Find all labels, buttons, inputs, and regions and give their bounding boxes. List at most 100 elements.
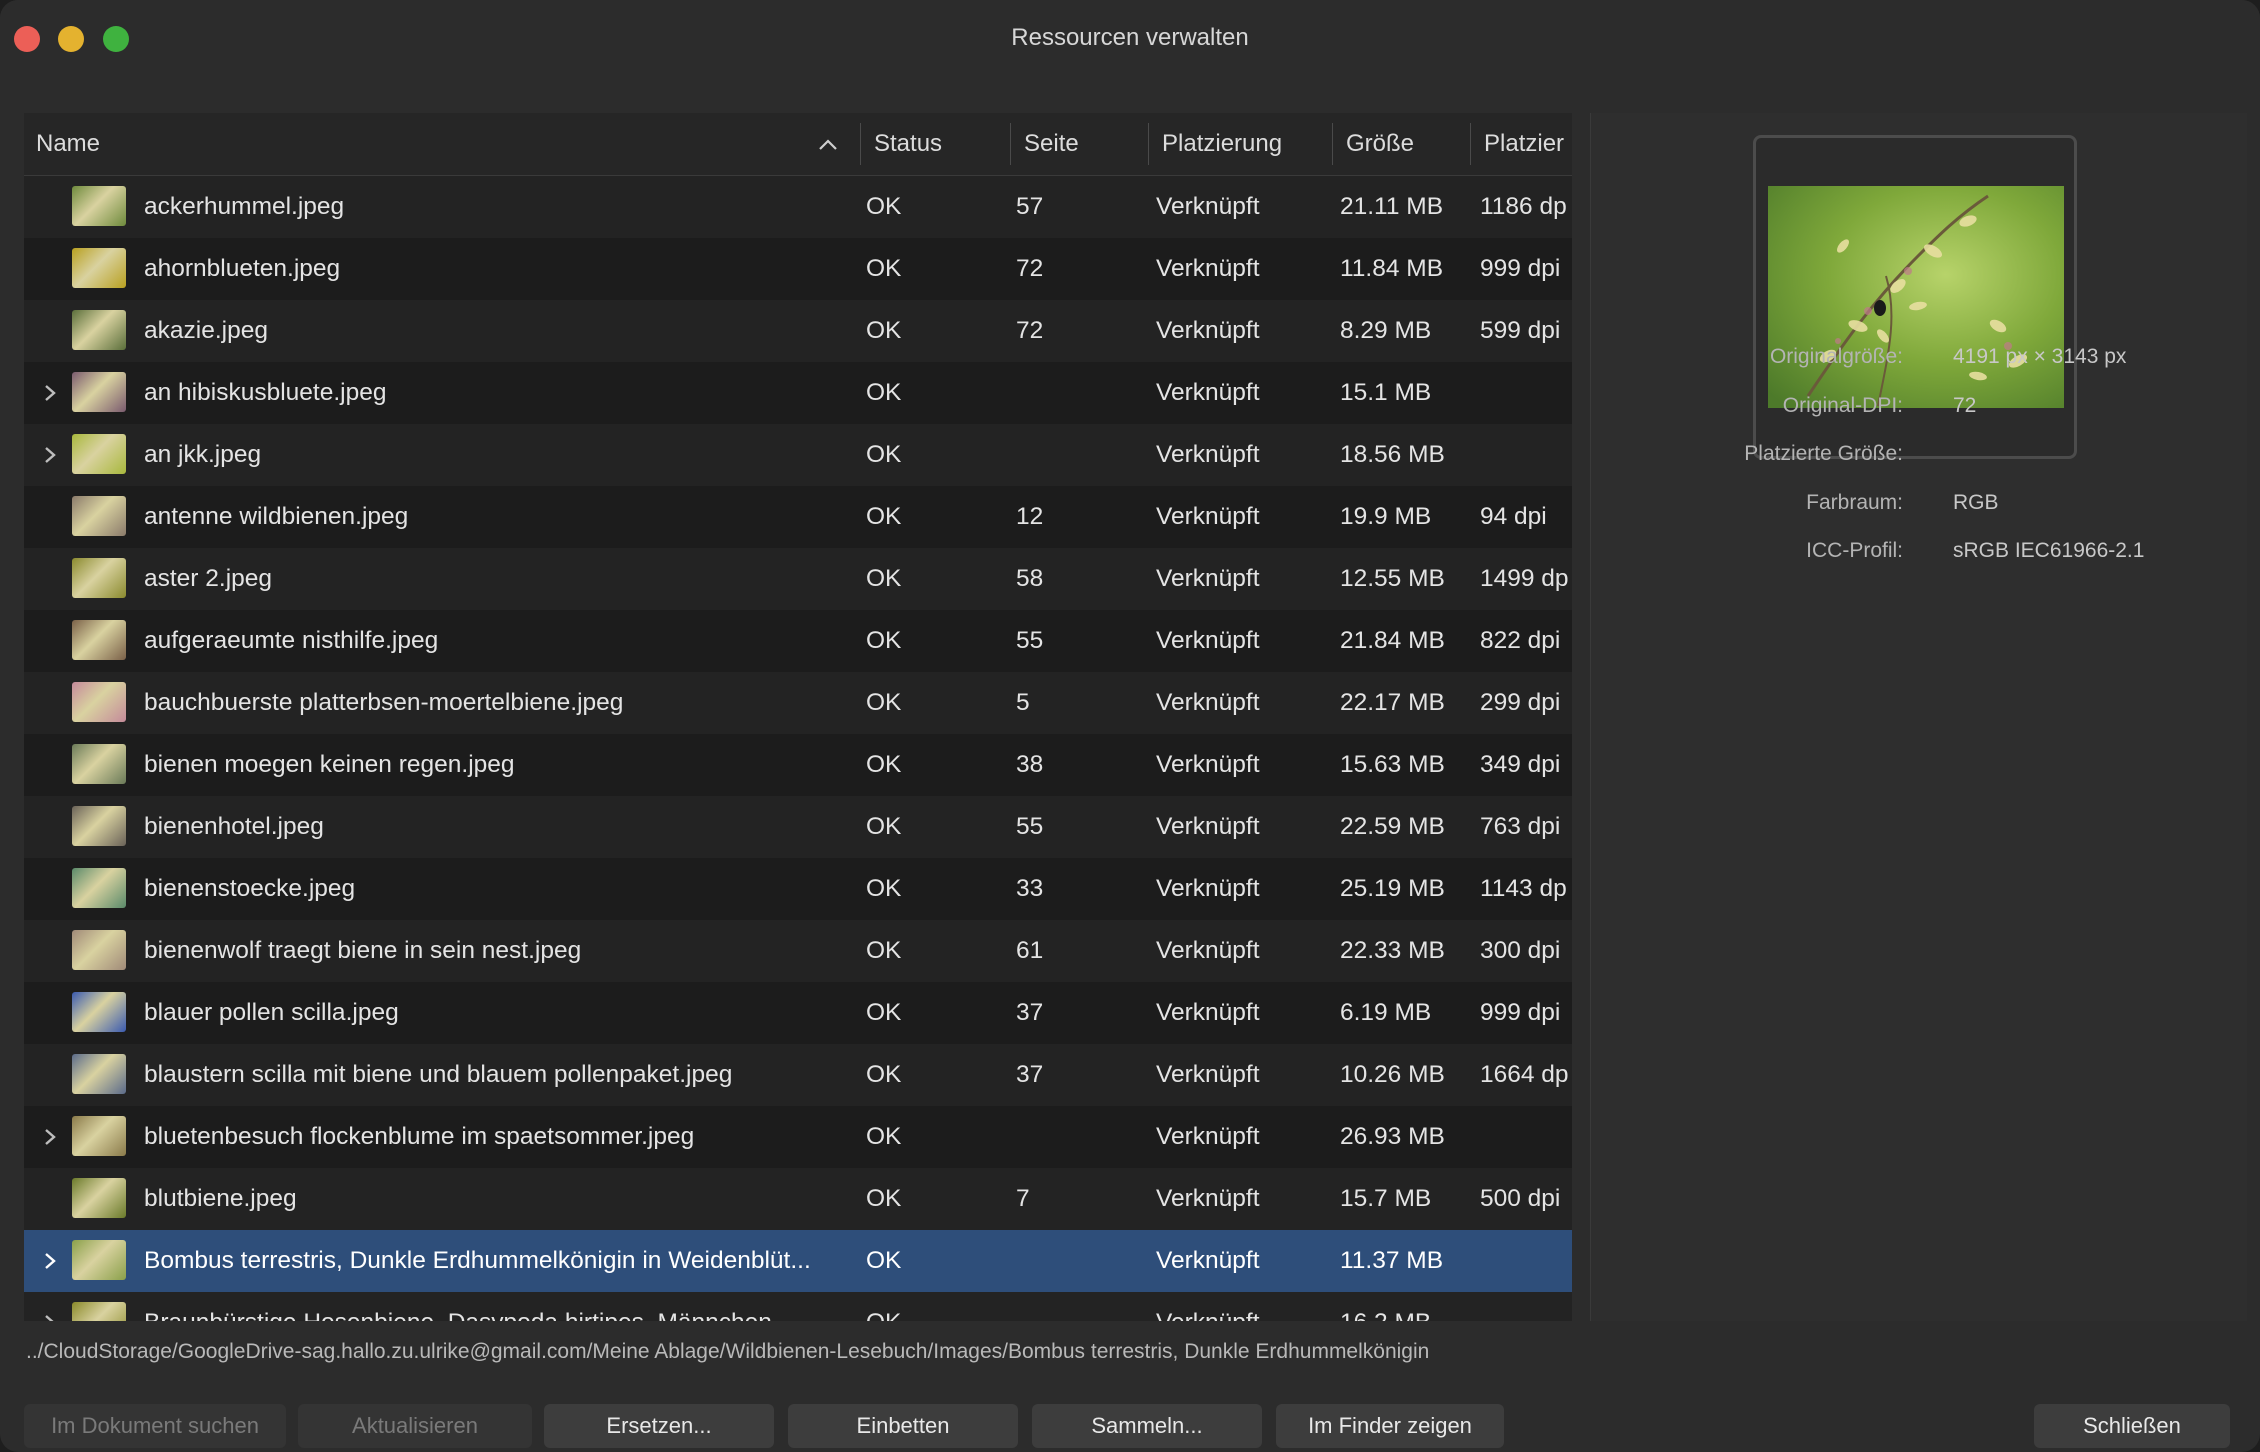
table-row[interactable]: ahornblueten.jpeg OK 72 Verknüpft 11.84 MB 99…: [24, 238, 1572, 300]
size-cell: 18.56 MB: [1340, 441, 1445, 468]
column-header-platzierung[interactable]: Platzierung: [1150, 113, 1334, 175]
table-row[interactable]: aufgeraeumte nisthilfe.jpeg OK 55 Verknüpft…: [24, 610, 1572, 672]
column-separator[interactable]: [1148, 123, 1149, 165]
placement-cell: Verknüpft: [1156, 379, 1260, 406]
table-row[interactable]: bluetenbesuch flockenblume im spaetsomme…: [24, 1106, 1572, 1168]
placement-cell: Verknüpft: [1156, 1123, 1260, 1150]
column-separator[interactable]: [1010, 123, 1011, 165]
file-name: bienenwolf traegt biene in sein nest.jpe…: [144, 937, 582, 964]
table-row[interactable]: akazie.jpeg OK 72 Verknüpft 8.29 MB 599 dpi: [24, 300, 1572, 362]
file-name: bienenstoecke.jpeg: [144, 875, 356, 902]
disclosure-chevron-icon[interactable]: [42, 1230, 68, 1292]
column-header-seite[interactable]: Seite: [1012, 113, 1150, 175]
column-separator[interactable]: [1470, 123, 1471, 165]
table-row[interactable]: bauchbuerste platterbsen-moertelbiene.jp…: [24, 672, 1572, 734]
sort-ascending-icon[interactable]: [816, 133, 840, 157]
info-colorspace: Farbraum: RGB: [1806, 491, 1999, 514]
disclosure-chevron-icon[interactable]: [42, 1106, 68, 1168]
title-bar: Ressourcen verwalten: [0, 0, 2260, 78]
disclosure-chevron-icon[interactable]: [42, 362, 68, 424]
collect-button[interactable]: Sammeln...: [1032, 1404, 1262, 1448]
placement-cell: Verknüpft: [1156, 999, 1260, 1026]
size-cell: 22.33 MB: [1340, 937, 1445, 964]
file-name: akazie.jpeg: [144, 317, 268, 344]
file-name: blauer pollen scilla.jpeg: [144, 999, 399, 1026]
dpi-cell: [1480, 424, 1572, 486]
replace-button[interactable]: Ersetzen...: [544, 1404, 774, 1448]
page-cell: 12: [1016, 503, 1044, 530]
status-cell: OK: [866, 379, 902, 406]
table-row[interactable]: antenne wildbienen.jpeg OK 12 Verknüpft 19.9…: [24, 486, 1572, 548]
file-name: bienen moegen keinen regen.jpeg: [144, 751, 515, 778]
thumbnail-image: [72, 992, 126, 1032]
table-row[interactable]: blauer pollen scilla.jpeg OK 37 Verknüpft 6.…: [24, 982, 1572, 1044]
dpi-cell: [1480, 1292, 1572, 1321]
file-name: blaustern scilla mit biene und blauem po…: [144, 1061, 733, 1088]
page-cell: 37: [1016, 1061, 1044, 1088]
dpi-cell: 500 dpi: [1480, 1185, 1561, 1212]
table-row[interactable]: Braunbürstige Hosenbiene, Dasypoda hirti…: [24, 1292, 1572, 1321]
table-row[interactable]: bienenhotel.jpeg OK 55 Verknüpft 22.59 MB 763…: [24, 796, 1572, 858]
size-cell: 6.19 MB: [1340, 999, 1432, 1026]
column-header-dpi[interactable]: Platzier: [1472, 113, 1572, 175]
placement-cell: Verknüpft: [1156, 1061, 1260, 1088]
dpi-cell: 999 dpi: [1480, 999, 1561, 1026]
thumbnail-image: [72, 558, 126, 598]
row-spacer: [42, 1168, 68, 1230]
dpi-cell: [1480, 1106, 1572, 1168]
placement-cell: Verknüpft: [1156, 875, 1260, 902]
placement-cell: Verknüpft: [1156, 317, 1260, 344]
table-row[interactable]: bienen moegen keinen regen.jpeg OK 38 Verkn…: [24, 734, 1572, 796]
column-header-status[interactable]: Status: [862, 113, 1012, 175]
show-in-finder-button[interactable]: Im Finder zeigen: [1276, 1404, 1504, 1448]
page-cell: 55: [1016, 813, 1044, 840]
table-row[interactable]: an jkk.jpeg OK Verknüpft 18.56 MB: [24, 424, 1572, 486]
close-button[interactable]: Schließen: [2034, 1404, 2230, 1448]
dpi-cell: 94 dpi: [1480, 503, 1547, 530]
file-name: Braunbürstige Hosenbiene, Dasypoda hirti…: [144, 1292, 864, 1321]
table-row[interactable]: bienenwolf traegt biene in sein nest.jpe…: [24, 920, 1572, 982]
column-header-name[interactable]: Name: [24, 113, 614, 175]
disclosure-chevron-icon[interactable]: [42, 1292, 68, 1321]
thumbnail-image: [72, 496, 126, 536]
row-spacer: [42, 486, 68, 548]
row-spacer: [42, 300, 68, 362]
column-separator[interactable]: [860, 123, 861, 165]
page-cell: [1016, 1292, 1136, 1321]
table-row[interactable]: ackerhummel.jpeg OK 57 Verknüpft 21.11 MB 118…: [24, 176, 1572, 238]
file-name: blutbiene.jpeg: [144, 1185, 297, 1212]
update-button[interactable]: Aktualisieren: [298, 1404, 532, 1448]
column-separator[interactable]: [1332, 123, 1333, 165]
size-cell: 12.55 MB: [1340, 565, 1445, 592]
row-spacer: [42, 610, 68, 672]
disclosure-chevron-icon[interactable]: [42, 424, 68, 486]
page-cell: 37: [1016, 999, 1044, 1026]
file-name: bienenhotel.jpeg: [144, 813, 324, 840]
page-cell: 72: [1016, 317, 1044, 344]
page-cell: [1016, 424, 1136, 486]
table-row[interactable]: blutbiene.jpeg OK 7 Verknüpft 15.7 MB 500 dpi: [24, 1168, 1572, 1230]
placement-cell: Verknüpft: [1156, 937, 1260, 964]
table-row[interactable]: Bombus terrestris, Dunkle Erdhummelkönig…: [24, 1230, 1572, 1292]
table-row[interactable]: an hibiskusbluete.jpeg OK Verknüpft 15.1 MB: [24, 362, 1572, 424]
thumbnail-image: [72, 1054, 126, 1094]
table-row[interactable]: blaustern scilla mit biene und blauem po…: [24, 1044, 1572, 1106]
embed-button[interactable]: Einbetten: [788, 1404, 1018, 1448]
placement-cell: Verknüpft: [1156, 813, 1260, 840]
thumbnail-image: [72, 372, 126, 412]
dpi-cell: 1664 dp: [1480, 1061, 1569, 1088]
search-in-document-button[interactable]: Im Dokument suchen: [24, 1404, 286, 1448]
file-path: ../CloudStorage/GoogleDrive-sag.hallo.zu…: [26, 1340, 1430, 1363]
thumbnail-image: [72, 868, 126, 908]
column-header-groesse[interactable]: Größe: [1334, 113, 1472, 175]
row-spacer: [42, 1044, 68, 1106]
table-row[interactable]: aster 2.jpeg OK 58 Verknüpft 12.55 MB 1499 dp: [24, 548, 1572, 610]
size-cell: 15.1 MB: [1340, 379, 1432, 406]
table-row[interactable]: bienenstoecke.jpeg OK 33 Verknüpft 25.19 MB 1…: [24, 858, 1572, 920]
placement-cell: Verknüpft: [1156, 441, 1260, 468]
dpi-cell: 599 dpi: [1480, 317, 1561, 344]
dpi-cell: 300 dpi: [1480, 937, 1561, 964]
thumbnail-image: [72, 186, 126, 226]
page-cell: 33: [1016, 875, 1044, 902]
size-cell: 16.2 MB: [1340, 1292, 1470, 1321]
